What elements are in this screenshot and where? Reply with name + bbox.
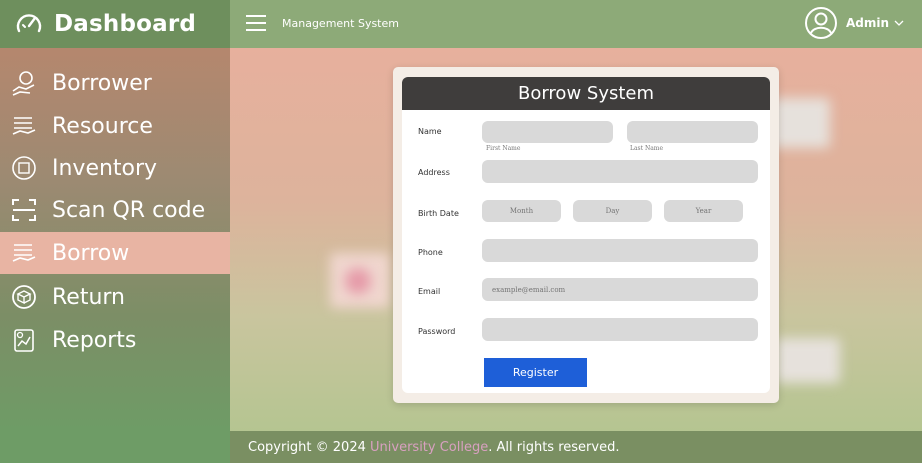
birth-date-label: Birth Date xyxy=(418,209,459,218)
sidebar-item-label: Reports xyxy=(52,327,137,353)
first-name-caption: First Name xyxy=(486,145,521,152)
email-label: Email xyxy=(418,287,441,296)
sidebar-item-inventory[interactable]: Inventory xyxy=(0,147,230,189)
sidebar: Borrower Resource Inventory Scan QR code… xyxy=(0,48,230,431)
register-button[interactable]: Register xyxy=(484,358,587,387)
sidebar-item-label: Borrow xyxy=(52,240,130,266)
password-input[interactable] xyxy=(482,318,758,341)
footer-college-link[interactable]: University College xyxy=(370,440,488,455)
inventory-icon xyxy=(10,154,38,182)
hamburger-menu-icon[interactable] xyxy=(246,15,266,33)
sidebar-footer xyxy=(0,431,230,463)
footer: Copyright © 2024 University College . Al… xyxy=(230,431,922,463)
phone-input[interactable] xyxy=(482,239,758,262)
user-avatar-icon xyxy=(804,7,837,39)
phone-label: Phone xyxy=(418,248,443,257)
email-input[interactable] xyxy=(482,278,758,301)
birth-day-input[interactable] xyxy=(573,200,652,222)
address-label: Address xyxy=(418,168,450,177)
footer-copyright-prefix: Copyright © 2024 xyxy=(248,439,371,455)
scan-icon xyxy=(10,196,38,224)
borrow-form: Borrow System Name First Name Last Name … xyxy=(402,77,770,393)
report-icon xyxy=(10,326,38,354)
first-name-input[interactable] xyxy=(482,121,613,143)
chevron-down-icon xyxy=(894,20,904,26)
sidebar-item-label: Inventory xyxy=(52,155,158,181)
sidebar-item-label: Return xyxy=(52,284,126,310)
name-label: Name xyxy=(418,127,442,136)
birth-month-input[interactable] xyxy=(482,200,561,222)
sidebar-item-borrow[interactable]: Borrow xyxy=(0,232,230,274)
last-name-caption: Last Name xyxy=(630,145,664,152)
hand-stack-icon xyxy=(10,239,38,267)
sidebar-item-return[interactable]: Return xyxy=(0,276,230,318)
sidebar-item-scan-qr[interactable]: Scan QR code xyxy=(0,189,230,231)
birth-year-input[interactable] xyxy=(664,200,743,222)
last-name-input[interactable] xyxy=(627,121,758,143)
brand[interactable]: Dashboard xyxy=(0,0,230,48)
brand-title: Dashboard xyxy=(54,11,197,37)
address-input[interactable] xyxy=(482,160,758,183)
hand-coin-icon xyxy=(10,69,38,97)
blurred-icon xyxy=(345,268,371,294)
footer-copyright-suffix: . All rights reserved. xyxy=(488,439,620,455)
sidebar-item-label: Resource xyxy=(52,113,153,139)
password-label: Password xyxy=(418,327,456,336)
user-name: Admin xyxy=(845,16,889,30)
return-box-icon xyxy=(10,283,38,311)
gauge-icon xyxy=(16,14,42,33)
form-title: Borrow System xyxy=(402,77,770,110)
user-menu[interactable]: Admin xyxy=(804,6,904,40)
sidebar-item-label: Scan QR code xyxy=(52,197,206,223)
sidebar-item-reports[interactable]: Reports xyxy=(0,319,230,361)
hand-stack-icon xyxy=(10,112,38,140)
sidebar-item-borrower[interactable]: Borrower xyxy=(0,62,230,104)
blurred-card xyxy=(770,98,830,148)
system-title: Management System xyxy=(282,17,399,30)
sidebar-item-resource[interactable]: Resource xyxy=(0,105,230,147)
sidebar-item-label: Borrower xyxy=(52,70,152,96)
blurred-card xyxy=(775,338,840,383)
